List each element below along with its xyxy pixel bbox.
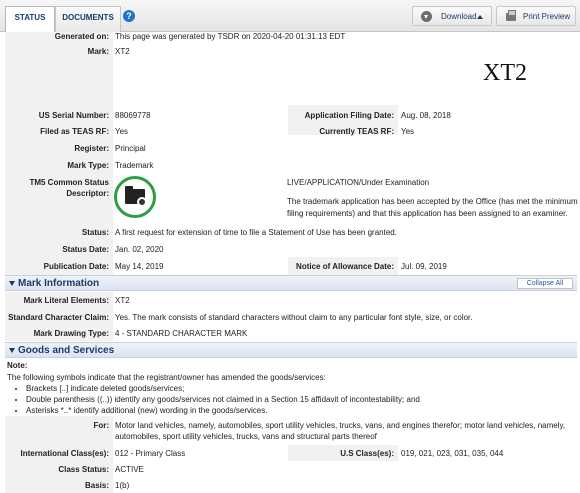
mark-type-label: Mark Type: [67, 161, 109, 170]
class-status-value: ACTIVE [115, 465, 144, 474]
filed-teas-rf-value: Yes [115, 127, 129, 136]
generated-on-label: Generated on: [54, 32, 109, 41]
section-title: Mark Information [18, 278, 100, 289]
international-class-label: International Class(es): [20, 449, 109, 458]
basis-label: Basis: [84, 481, 109, 490]
for-value-line2: automobiles, sport utility vehicles, tru… [115, 432, 377, 441]
mark-drawing-type-value: 4 - STANDARD CHARACTER MARK [115, 329, 248, 338]
publication-date-label: Publication Date: [43, 262, 109, 271]
filed-teas-rf-label: Filed as TEAS RF: [40, 127, 109, 136]
magnifier-icon [137, 197, 147, 207]
list-item: Brackets [..] indicate deleted goods/ser… [26, 383, 420, 394]
class-status-label: Class Status: [58, 465, 109, 474]
tm5-description-line2: filing requirements) and that this appli… [287, 209, 568, 218]
currently-teas-rf-label: Currently TEAS RF: [319, 127, 394, 136]
for-value-line1: Motor land vehicles, namely, automobiles… [115, 421, 566, 430]
note-label: Note: [7, 361, 28, 370]
collapse-all-button[interactable]: Collapse All [517, 278, 573, 289]
goods-services-header[interactable]: Goods and Services [5, 342, 577, 358]
status-value: A first request for extension of time to… [115, 228, 397, 237]
list-item: Double parenthesis ((..)) identify any g… [26, 394, 420, 405]
standard-character-claim-label: Standard Character Claim: [8, 313, 109, 322]
mark-type-value: Trademark [115, 161, 154, 170]
status-date-label: Status Date: [62, 245, 109, 254]
currently-teas-rf-value: Yes [401, 127, 415, 136]
status-label: Status: [81, 228, 109, 237]
collapse-triangle-icon [9, 281, 15, 286]
download-icon [421, 11, 432, 22]
caret-up-icon [477, 15, 483, 19]
us-class-label: U.S Class(es): [340, 449, 394, 458]
mark-label: Mark: [87, 47, 109, 56]
download-label: Download [441, 12, 477, 21]
mark-literal-elements-label: Mark Literal Elements: [23, 296, 109, 305]
notice-of-allowance-value: Jul. 09, 2019 [401, 262, 447, 271]
help-icon[interactable]: ? [123, 10, 135, 22]
mark-value: XT2 [115, 47, 130, 56]
generated-on-value: This page was generated by TSDR on 2020-… [115, 32, 346, 41]
print-preview-label: Print Preview [523, 12, 571, 21]
section-title: Goods and Services [18, 345, 115, 356]
tm5-description-line1: The trademark application has been accep… [287, 197, 578, 206]
collapse-triangle-icon [9, 348, 15, 353]
filing-date-value: Aug. 08, 2018 [401, 111, 451, 120]
print-preview-button[interactable]: Print Preview [496, 6, 576, 26]
filing-date-label: Application Filing Date: [304, 111, 394, 120]
us-serial-number-label: US Serial Number: [38, 111, 109, 120]
mark-drawing-type-label: Mark Drawing Type: [33, 329, 109, 338]
tm5-status-icon [114, 176, 156, 218]
amendment-symbols-list: Brackets [..] indicate deleted goods/ser… [26, 383, 420, 416]
tm5-label-line1: TM5 Common Status [29, 178, 109, 187]
note-text: The following symbols indicate that the … [7, 373, 326, 382]
register-value: Principal [115, 144, 146, 153]
toolbar: STATUS DOCUMENTS ? Download Print Previe… [0, 0, 580, 33]
tm5-label-line2: Descriptor: [66, 189, 109, 198]
status-date-value: Jan. 02, 2020 [115, 245, 164, 254]
mark-information-header[interactable]: Mark Information Collapse All [5, 275, 577, 291]
standard-character-claim-value: Yes. The mark consists of standard chara… [115, 313, 473, 322]
tab-status[interactable]: STATUS [5, 6, 55, 33]
mark-image: XT2 [483, 60, 527, 86]
basis-value: 1(b) [115, 481, 130, 490]
international-class-value: 012 - Primary Class [115, 449, 186, 458]
tab-documents[interactable]: DOCUMENTS [55, 6, 121, 32]
download-button[interactable]: Download [412, 6, 492, 26]
mark-literal-elements-value: XT2 [115, 296, 130, 305]
for-label: For: [93, 421, 109, 430]
list-item: Asterisks *..* identify additional (new)… [26, 405, 420, 416]
tm5-status-value: LIVE/APPLICATION/Under Examination [287, 178, 430, 187]
us-serial-number-value: 88069778 [115, 111, 151, 120]
notice-of-allowance-label: Notice of Allowance Date: [296, 262, 394, 271]
publication-date-value: May 14, 2019 [115, 262, 164, 271]
printer-icon [506, 10, 516, 21]
us-class-value: 019, 021, 023, 031, 035, 044 [401, 449, 504, 458]
register-label: Register: [74, 144, 109, 153]
